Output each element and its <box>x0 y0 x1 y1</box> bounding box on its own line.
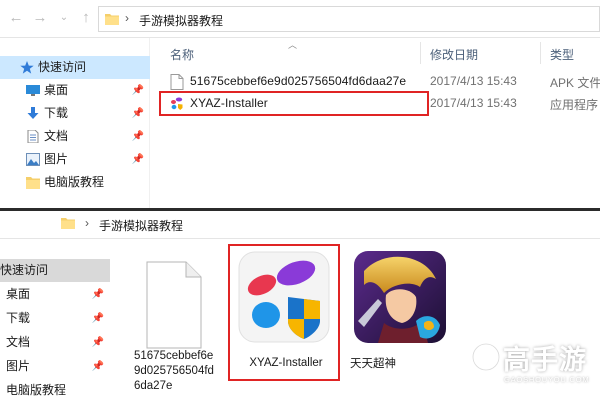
sidebar-item-label: 下载 <box>6 311 31 325</box>
up-arrow-icon[interactable]: ↑ <box>76 8 96 28</box>
pin-icon[interactable]: 📌 <box>132 148 144 171</box>
file-tile-label: 51675cebbef6e 9d025756504fd 6da27e <box>134 349 224 394</box>
file-tile-label-line: 9d025756504fd <box>134 365 214 377</box>
highlight-box <box>228 244 340 381</box>
sidebar-item-downloads[interactable]: 下载 📌 <box>0 307 110 330</box>
sidebar-item-label: 文档 <box>6 335 31 349</box>
sidebar-item-pictures[interactable]: 图片 📌 <box>0 355 110 378</box>
star-icon <box>20 61 34 74</box>
sidebar-item-label: 下载 <box>44 106 69 120</box>
pin-icon[interactable]: 📌 <box>132 102 144 125</box>
column-divider[interactable] <box>540 42 541 64</box>
file-tile-label: 天天超神 <box>350 358 396 370</box>
document-icon <box>27 130 39 143</box>
folder-icon <box>61 218 75 229</box>
navigation-pane: 快速访问 桌面 📌 下载 📌 文档 📌 图片 📌 电脑版教程 <box>0 239 110 400</box>
file-list: ︿ 名称 修改日期 类型 51675cebbef6e9d025756504fd6… <box>158 38 600 208</box>
forward-arrow-icon[interactable]: → <box>30 8 50 28</box>
file-icon <box>170 74 184 90</box>
gaoshouyou-logo-icon <box>471 342 501 372</box>
file-tile-label-line: 6da27e <box>134 380 173 392</box>
sidebar-item-quick-access[interactable]: 快速访问 <box>0 259 110 282</box>
navigation-pane: 快速访问 桌面 📌 下载 📌 文档 📌 图片 📌 电脑版教程 <box>0 38 150 208</box>
address-bar-bottom: › 手游模拟器教程 <box>0 211 600 239</box>
gaoshouyou-watermark: 高手游 GAOSHOUYOU.COM <box>470 338 594 394</box>
explorer-window-bottom: › 手游模拟器教程 快速访问 桌面 📌 下载 📌 文档 📌 图片 📌 电脑版教程 <box>0 211 600 400</box>
file-tile-label-line: 51675cebbef6e <box>134 350 214 362</box>
game-tiantian-icon <box>354 251 446 343</box>
sidebar-item-downloads[interactable]: 下载 📌 <box>0 102 150 125</box>
file-name: 51675cebbef6e9d025756504fd6daa27e <box>190 74 407 88</box>
picture-icon <box>26 153 40 166</box>
blank-file-icon <box>146 261 202 349</box>
breadcrumb-separator: › <box>125 11 129 25</box>
breadcrumb-current[interactable]: 手游模拟器教程 <box>139 12 223 29</box>
sidebar-item-desktop[interactable]: 桌面 📌 <box>0 283 110 306</box>
sidebar-item-quick-access[interactable]: 快速访问 <box>0 56 150 79</box>
sidebar-item-label: 桌面 <box>6 287 31 301</box>
folder-icon <box>105 14 119 25</box>
folder-icon <box>26 177 40 189</box>
sidebar-item-label: 图片 <box>44 152 69 166</box>
highlight-box <box>159 91 429 116</box>
column-header-type[interactable]: 类型 <box>550 46 574 63</box>
pin-icon[interactable]: 📌 <box>92 355 104 378</box>
sidebar-item-label: 桌面 <box>44 83 69 97</box>
sidebar-item-label: 电脑版教程 <box>44 175 105 189</box>
sidebar-item-pictures[interactable]: 图片 📌 <box>0 148 150 171</box>
desktop-icon <box>26 85 40 96</box>
sidebar-item-pc-tutorial[interactable]: 电脑版教程 <box>0 379 110 400</box>
sidebar-item-documents[interactable]: 文档 📌 <box>0 125 150 148</box>
sidebar-item-label: 电脑版教程 <box>6 383 67 397</box>
file-tile[interactable]: 51675cebbef6e 9d025756504fd 6da27e <box>130 251 225 400</box>
sidebar-item-label: 图片 <box>6 359 31 373</box>
sidebar-item-desktop[interactable]: 桌面 📌 <box>0 79 150 102</box>
breadcrumb-current[interactable]: 手游模拟器教程 <box>99 217 183 234</box>
file-tile-game[interactable]: 天天超神 <box>350 249 450 379</box>
sidebar-item-documents[interactable]: 文档 📌 <box>0 331 110 354</box>
column-header-name-label: 名称 <box>170 48 195 62</box>
explorer-window-top: ← → ⌄ ↑ › 手游模拟器教程 快速访问 桌面 📌 下载 📌 文档 📌 图片… <box>0 0 600 208</box>
sidebar-item-label: 快速访问 <box>0 263 49 277</box>
file-type: APK 文件 <box>550 76 600 90</box>
column-divider[interactable] <box>420 42 421 64</box>
watermark-domain-text: GAOSHOUYOU.COM <box>504 375 590 384</box>
pin-icon[interactable]: 📌 <box>92 283 104 306</box>
file-date: 2017/4/13 15:43 <box>430 74 517 88</box>
pin-icon[interactable]: 📌 <box>92 307 104 330</box>
pin-icon[interactable]: 📌 <box>132 79 144 102</box>
address-bar-top: ← → ⌄ ↑ › 手游模拟器教程 <box>0 0 600 38</box>
back-arrow-icon[interactable]: ← <box>6 8 26 28</box>
recent-dropdown-icon[interactable]: ⌄ <box>54 8 74 28</box>
watermark-brand-text: 高手游 <box>503 345 587 376</box>
breadcrumb-separator: › <box>85 216 89 230</box>
sidebar-item-pc-tutorial[interactable]: 电脑版教程 <box>0 171 150 194</box>
file-type: 应用程序 <box>550 98 599 112</box>
download-icon <box>27 107 39 119</box>
column-header-date[interactable]: 修改日期 <box>430 46 478 63</box>
pin-icon[interactable]: 📌 <box>132 125 144 148</box>
address-field[interactable]: › 手游模拟器教程 <box>55 212 600 236</box>
file-row[interactable]: 51675cebbef6e9d025756504fd6daa27e 2017/4… <box>158 71 600 93</box>
sidebar-item-label: 文档 <box>44 129 69 143</box>
sort-ascending-icon: ︿ <box>288 40 298 50</box>
file-date: 2017/4/13 15:43 <box>430 96 517 110</box>
pin-icon[interactable]: 📌 <box>92 331 104 354</box>
address-field[interactable]: › 手游模拟器教程 <box>98 6 600 32</box>
sidebar-item-label: 快速访问 <box>38 60 87 74</box>
